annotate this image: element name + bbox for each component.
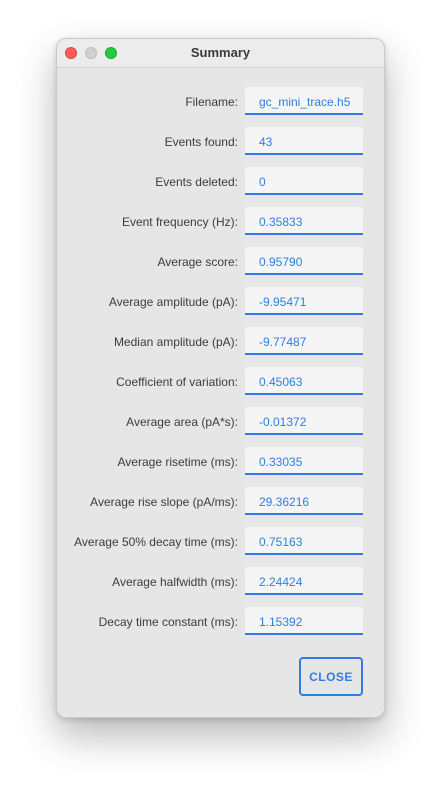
field-row-median-amplitude: Median amplitude (pA): -9.77487 [57, 327, 384, 357]
field-label: Coefficient of variation: [116, 375, 238, 389]
events-found-field[interactable]: 43 [245, 127, 363, 155]
field-row-filename: Filename: gc_mini_trace.h5 [57, 87, 384, 117]
field-row-average-halfwidth: Average halfwidth (ms): 2.24424 [57, 567, 384, 597]
average-amplitude-field[interactable]: -9.95471 [245, 287, 363, 315]
field-label: Average risetime (ms): [117, 455, 238, 469]
field-label: Average 50% decay time (ms): [74, 535, 238, 549]
field-value: 0.33035 [259, 455, 303, 469]
title-bar[interactable]: Summary [57, 39, 384, 68]
field-value: -9.95471 [259, 295, 307, 309]
average-rise-slope-field[interactable]: 29.36216 [245, 487, 363, 515]
coefficient-of-variation-field[interactable]: 0.45063 [245, 367, 363, 395]
field-label: Average score: [157, 255, 239, 269]
field-label: Events deleted: [155, 175, 238, 189]
decay-time-constant-field[interactable]: 1.15392 [245, 607, 363, 635]
summary-window: Summary Filename: gc_mini_trace.h5 Event… [56, 38, 385, 718]
field-value: 43 [259, 135, 273, 149]
field-row-coefficient-of-variation: Coefficient of variation: 0.45063 [57, 367, 384, 397]
field-row-average-rise-slope: Average rise slope (pA/ms): 29.36216 [57, 487, 384, 517]
filename-field[interactable]: gc_mini_trace.h5 [245, 87, 363, 115]
field-value: 0.75163 [259, 535, 303, 549]
median-amplitude-field[interactable]: -9.77487 [245, 327, 363, 355]
event-frequency-field[interactable]: 0.35833 [245, 207, 363, 235]
field-value: 2.24424 [259, 575, 303, 589]
window-title: Summary [190, 45, 251, 60]
average-halfwidth-field[interactable]: 2.24424 [245, 567, 363, 595]
field-row-events-found: Events found: 43 [57, 127, 384, 157]
field-value: 0.45063 [259, 375, 303, 389]
field-value: gc_mini_trace.h5 [259, 95, 351, 109]
field-label: Events found: [164, 135, 238, 149]
field-value: 0 [259, 175, 266, 189]
field-row-decay-time-constant: Decay time constant (ms): 1.15392 [57, 607, 384, 637]
field-label: Event frequency (Hz): [121, 215, 238, 229]
field-value: 29.36216 [259, 495, 310, 509]
field-label: Median amplitude (pA): [113, 335, 238, 349]
field-value: 0.35833 [259, 215, 303, 229]
events-deleted-field[interactable]: 0 [245, 167, 363, 195]
field-label: Average amplitude (pA): [108, 295, 238, 309]
field-label: Average halfwidth (ms): [112, 575, 238, 589]
average-decay-time-field[interactable]: 0.75163 [245, 527, 363, 555]
field-row-average-risetime: Average risetime (ms): 0.33035 [57, 447, 384, 477]
field-row-average-score: Average score: 0.95790 [57, 247, 384, 277]
average-risetime-field[interactable]: 0.33035 [245, 447, 363, 475]
field-value: -9.77487 [259, 335, 307, 349]
field-row-event-frequency: Event frequency (Hz): 0.35833 [57, 207, 384, 237]
field-row-average-amplitude: Average amplitude (pA): -9.95471 [57, 287, 384, 317]
average-score-field[interactable]: 0.95790 [245, 247, 363, 275]
field-label: Average area (pA*s): [126, 415, 238, 429]
close-button[interactable]: CLOSE [299, 657, 363, 696]
average-area-field[interactable]: -0.01372 [245, 407, 363, 435]
field-value: 1.15392 [259, 615, 303, 629]
field-row-average-area: Average area (pA*s): -0.01372 [57, 407, 384, 437]
field-value: 0.95790 [259, 255, 303, 269]
field-label: Average rise slope (pA/ms): [90, 495, 238, 509]
field-value: -0.01372 [259, 415, 307, 429]
field-label: Decay time constant (ms): [98, 615, 238, 629]
field-row-average-decay-time: Average 50% decay time (ms): 0.75163 [57, 527, 384, 557]
field-row-events-deleted: Events deleted: 0 [57, 167, 384, 197]
field-label: Filename: [185, 95, 238, 109]
